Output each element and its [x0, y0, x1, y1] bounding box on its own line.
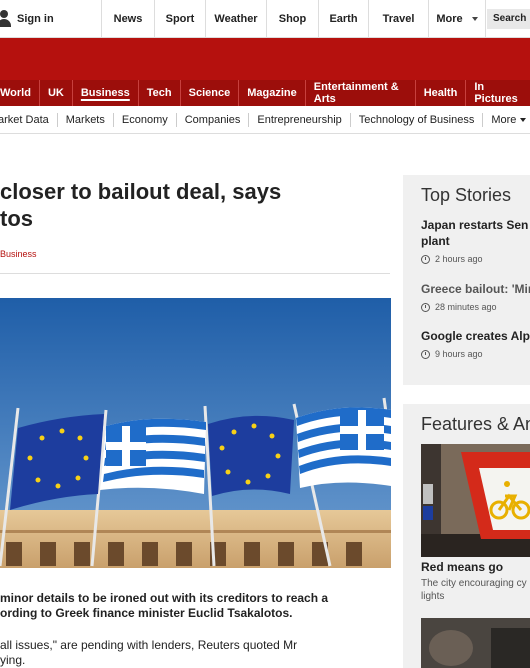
nav-earth[interactable]: Earth [319, 0, 369, 38]
nav-sport[interactable]: Sport [155, 0, 206, 38]
intro-line-2: ording to Greek finance minister Euclid … [0, 606, 293, 620]
body-line-1: all issues," are pending with lenders, R… [0, 638, 298, 652]
section-world[interactable]: World [0, 80, 40, 106]
sign-in-label: Sign in [17, 13, 54, 25]
nav-more[interactable]: More [429, 0, 486, 38]
subnav-entrepreneurship[interactable]: Entrepreneurship [249, 112, 351, 127]
user-icon [0, 7, 14, 31]
search-box[interactable]: Search [487, 9, 530, 29]
article-section-link[interactable]: Business [0, 249, 37, 259]
subnav-market-data[interactable]: arket Data [0, 112, 58, 127]
feature-image[interactable] [421, 444, 530, 557]
nav-more-label: More [436, 13, 463, 25]
story-time-label: 9 hours ago [435, 349, 483, 359]
section-magazine[interactable]: Magazine [239, 80, 306, 106]
story-title-line-1: Google creates Alp [421, 329, 530, 343]
intro-line-1: minor details to be ironed out with its … [0, 591, 329, 605]
story-title-line-1: Japan restarts Sen [421, 218, 529, 232]
section-tech[interactable]: Tech [139, 80, 181, 106]
news-banner [0, 38, 530, 80]
subnav-more-label: More [491, 113, 517, 126]
article-intro: minor details to be ironed out with its … [0, 591, 400, 621]
section-business[interactable]: Business [73, 80, 139, 106]
nav-travel[interactable]: Travel [369, 0, 429, 38]
section-entertainment-arts[interactable]: Entertainment & Arts [306, 80, 416, 106]
feature-desc-line-2: lights [421, 591, 445, 602]
subnav-companies[interactable]: Companies [177, 112, 250, 127]
global-nav: News Sport Weather Shop Earth Travel Mor… [102, 0, 486, 38]
features-title: Features & An [421, 414, 530, 434]
subnav-markets[interactable]: Markets [58, 112, 114, 127]
story-title-line-1: Greece bailout: 'Mir [421, 282, 530, 296]
section-uk[interactable]: UK [40, 80, 73, 106]
article-body: all issues," are pending with lenders, R… [0, 638, 400, 668]
article-divider [0, 273, 390, 274]
chevron-down-icon [520, 117, 527, 122]
nav-weather[interactable]: Weather [206, 0, 267, 38]
body-line-2: ying. [0, 653, 26, 667]
cycle-sign-photo [421, 444, 530, 557]
clock-icon [421, 254, 430, 264]
business-sub-nav: arket Data Markets Economy Companies Ent… [0, 106, 530, 134]
article-headline: closer to bailout deal, says tos [0, 178, 395, 232]
greek-eu-flags-photo [0, 298, 391, 568]
hero-image [0, 298, 391, 568]
global-top-bar: Sign in News Sport Weather Shop Earth Tr… [0, 0, 530, 38]
story-time-label: 2 hours ago [435, 254, 483, 264]
headline-line-1: closer to bailout deal, says [0, 179, 282, 204]
subnav-more[interactable]: More [491, 113, 527, 126]
subnav-technology-of-business[interactable]: Technology of Business [351, 112, 484, 127]
story-title-line-2: plant [421, 234, 450, 248]
feature-description: The city encouraging cy lights [421, 577, 530, 603]
features-analysis-panel: Features & An Red means go The city enco… [403, 404, 530, 668]
top-story-item[interactable]: Greece bailout: 'Mir 28 minutes ago [421, 281, 530, 312]
nav-news[interactable]: News [102, 0, 155, 38]
story-timestamp: 9 hours ago [421, 349, 530, 359]
section-in-pictures[interactable]: In Pictures [466, 80, 530, 106]
clock-icon [421, 349, 430, 359]
feature-image-2[interactable] [421, 618, 530, 668]
story-timestamp: 2 hours ago [421, 254, 530, 264]
subnav-economy[interactable]: Economy [114, 112, 177, 127]
sign-in-link[interactable]: Sign in [0, 0, 102, 38]
feature-desc-line-1: The city encouraging cy [421, 578, 527, 589]
section-nav: World UK Business Tech Science Magazine … [0, 80, 530, 106]
section-health[interactable]: Health [416, 80, 467, 106]
section-science[interactable]: Science [181, 80, 240, 106]
clock-icon [421, 302, 430, 312]
story-time-label: 28 minutes ago [435, 302, 497, 312]
top-stories-title: Top Stories [421, 185, 512, 205]
top-stories-panel: Top Stories Japan restarts Sen plant 2 h… [403, 175, 530, 385]
chevron-down-icon [471, 17, 478, 21]
feature-title[interactable]: Red means go [421, 560, 503, 574]
headline-line-2: tos [0, 206, 33, 231]
nav-shop[interactable]: Shop [267, 0, 319, 38]
top-story-item[interactable]: Google creates Alp 9 hours ago [421, 328, 530, 359]
feature-photo-2 [421, 618, 530, 668]
story-timestamp: 28 minutes ago [421, 302, 530, 312]
top-story-item[interactable]: Japan restarts Sen plant 2 hours ago [421, 217, 530, 264]
